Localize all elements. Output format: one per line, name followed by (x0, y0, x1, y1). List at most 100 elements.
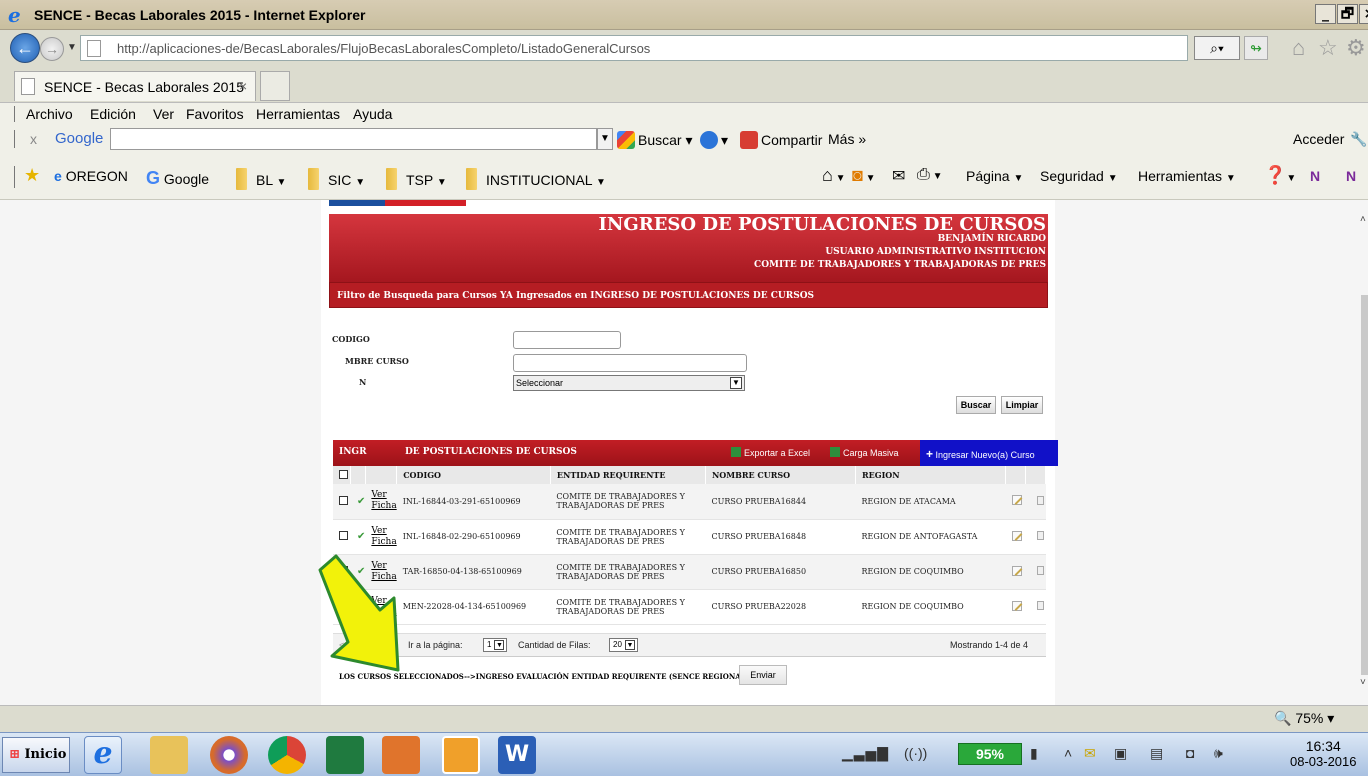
rows-select[interactable]: 20 ▼ (609, 638, 638, 652)
power-plug-icon[interactable]: ▮ (1030, 745, 1038, 762)
favorites-add-icon[interactable]: ★ (24, 165, 40, 186)
scroll-down-icon[interactable]: ˅ (1360, 677, 1366, 688)
address-url[interactable]: http://aplicaciones-de/BecasLaborales/Fl… (117, 41, 650, 56)
scroll-up-icon[interactable]: ˄ (1360, 214, 1366, 225)
zoom-level[interactable]: 🔍 75% ▾ (1274, 710, 1334, 727)
page-menu[interactable]: Página ▼ (966, 168, 1023, 184)
forward-button[interactable]: → (40, 37, 64, 61)
fav-folder-bl[interactable]: BL ▼ (236, 168, 286, 190)
address-bar[interactable]: http://aplicaciones-de/BecasLaborales/Fl… (80, 35, 1188, 61)
tray-device-icon[interactable]: ▤ (1150, 745, 1163, 762)
ver-ficha-link[interactable]: VerFicha (371, 526, 396, 548)
menu-ayuda[interactable]: Ayuda (353, 106, 392, 122)
nombre-curso-input[interactable] (513, 354, 747, 372)
home-cmd-icon[interactable]: ⌂ ▼ (822, 165, 846, 186)
mail-icon[interactable]: ✉ (892, 166, 905, 186)
signal-icon[interactable]: ▁▃▅▇ (842, 745, 889, 762)
maximize-button[interactable]: 🗗 (1337, 4, 1358, 24)
minimize-button[interactable]: _ (1315, 4, 1336, 24)
address-search-button[interactable]: ⌕▾ (1194, 36, 1240, 60)
edit-icon[interactable] (1011, 530, 1022, 541)
excel-taskbar-icon[interactable] (326, 736, 364, 774)
col-codigo[interactable]: CODIGO (396, 466, 551, 484)
scrollbar-thumb[interactable] (1361, 295, 1368, 675)
codigo-input[interactable] (513, 331, 621, 349)
ie-taskbar-icon[interactable]: e (84, 736, 122, 774)
tab-close-icon[interactable]: × (239, 78, 247, 94)
back-button[interactable]: ← (10, 33, 40, 63)
search-button[interactable]: Buscar (956, 396, 996, 414)
send-button[interactable]: Enviar (739, 665, 787, 685)
col-entidad[interactable]: ENTIDAD REQUIRENTE (550, 466, 706, 484)
menu-favoritos[interactable]: Favoritos (186, 106, 244, 122)
volume-icon[interactable]: 🕪 (1214, 745, 1223, 762)
edit-icon[interactable] (1011, 565, 1022, 576)
onenote-icon[interactable]: N (1310, 168, 1320, 184)
select-all-checkbox[interactable] (339, 469, 348, 479)
presenter-taskbar-icon[interactable] (382, 736, 420, 774)
share-button[interactable]: Compartir (740, 131, 822, 149)
fav-oregon[interactable]: e OREGON (54, 168, 128, 184)
row-checkbox[interactable] (339, 495, 348, 505)
new-course-button[interactable]: + Ingresar Nuevo(a) Curso (920, 440, 1058, 466)
tools-menu[interactable]: Herramientas ▼ (1138, 168, 1236, 184)
tools-gear-icon[interactable]: ⚙ (1346, 35, 1366, 61)
delete-icon[interactable] (1037, 531, 1045, 540)
edit-icon[interactable] (1011, 495, 1022, 506)
print-icon[interactable]: ⎙ ▼ (917, 166, 943, 184)
outlook-taskbar-icon[interactable] (442, 736, 480, 774)
word-taskbar-icon[interactable]: W (498, 736, 536, 774)
battery-indicator[interactable]: 95% (958, 743, 1022, 765)
col-nombre-curso[interactable]: NOMBRE CURSO (705, 466, 856, 484)
tray-mail-icon[interactable]: ✉ (1084, 745, 1096, 762)
vertical-scrollbar[interactable] (1361, 200, 1368, 705)
clear-button[interactable]: Limpiar (1001, 396, 1043, 414)
row-checkbox[interactable] (339, 531, 348, 540)
google-search-button[interactable]: Buscar ▾ (617, 131, 693, 149)
close-button[interactable]: × (1359, 4, 1368, 24)
goto-page-select[interactable]: 1 ▼ (483, 638, 508, 652)
onenote-send-icon[interactable]: N (1346, 168, 1356, 184)
signin-button[interactable]: Acceder (1293, 131, 1344, 147)
more-button[interactable]: Más » (828, 131, 866, 147)
tray-expand-icon[interactable]: ˄ (1064, 745, 1072, 761)
delete-icon[interactable] (1037, 601, 1045, 610)
system-clock[interactable]: 16:34 08-03-2016 (1290, 738, 1357, 770)
ver-ficha-link[interactable]: VerFicha (371, 490, 396, 512)
start-button[interactable]: ⊞ Inicio (2, 737, 70, 773)
delete-icon[interactable] (1037, 566, 1045, 575)
history-dropdown-icon[interactable]: ▼ (67, 42, 77, 53)
security-menu[interactable]: Seguridad ▼ (1040, 168, 1118, 184)
export-excel-button[interactable]: Exportar a Excel (731, 447, 810, 458)
google-plus-icon[interactable]: ▾ (700, 131, 728, 149)
help-icon[interactable]: ❓▼ (1264, 165, 1296, 186)
menu-herramientas[interactable]: Herramientas (256, 106, 340, 122)
favorites-star-icon[interactable]: ☆ (1318, 35, 1338, 61)
tab-sence[interactable]: SENCE - Becas Laborales 2015 × (14, 71, 256, 101)
menu-archivo[interactable]: Archivo (26, 106, 73, 122)
home-icon[interactable]: ⌂ (1292, 35, 1305, 61)
compatibility-view-icon[interactable]: ↬ (1244, 36, 1268, 60)
tray-network-icon[interactable]: ▣ (1114, 745, 1127, 762)
menu-edicion[interactable]: Edición (90, 106, 136, 122)
google-toolbar-close-icon[interactable]: x (30, 131, 37, 147)
col-region[interactable]: REGION (855, 466, 1007, 484)
fav-folder-institucional[interactable]: INSTITUCIONAL ▼ (466, 168, 606, 190)
delete-icon[interactable] (1037, 495, 1045, 505)
google-search-dropdown[interactable]: ▼ (597, 128, 613, 150)
fav-folder-tsp[interactable]: TSP ▼ (386, 168, 447, 190)
google-search-input[interactable] (110, 128, 597, 150)
chrome-taskbar-icon[interactable] (268, 736, 306, 774)
wireless-icon[interactable]: ((·)) (904, 745, 927, 761)
fav-folder-sic[interactable]: SIC ▼ (308, 168, 365, 190)
wrench-icon[interactable]: 🔧 (1350, 131, 1367, 148)
new-tab-button[interactable] (260, 71, 290, 101)
explorer-taskbar-icon[interactable] (150, 736, 188, 774)
tray-display-icon[interactable]: ◘ (1186, 745, 1194, 761)
menu-ver[interactable]: Ver (153, 106, 174, 122)
rss-icon[interactable]: ◙ ▼ (852, 165, 876, 186)
media-taskbar-icon[interactable] (210, 736, 248, 774)
edit-icon[interactable] (1011, 600, 1022, 611)
bulk-load-button[interactable]: Carga Masiva (830, 447, 899, 458)
fav-google[interactable]: G Google (146, 168, 209, 189)
